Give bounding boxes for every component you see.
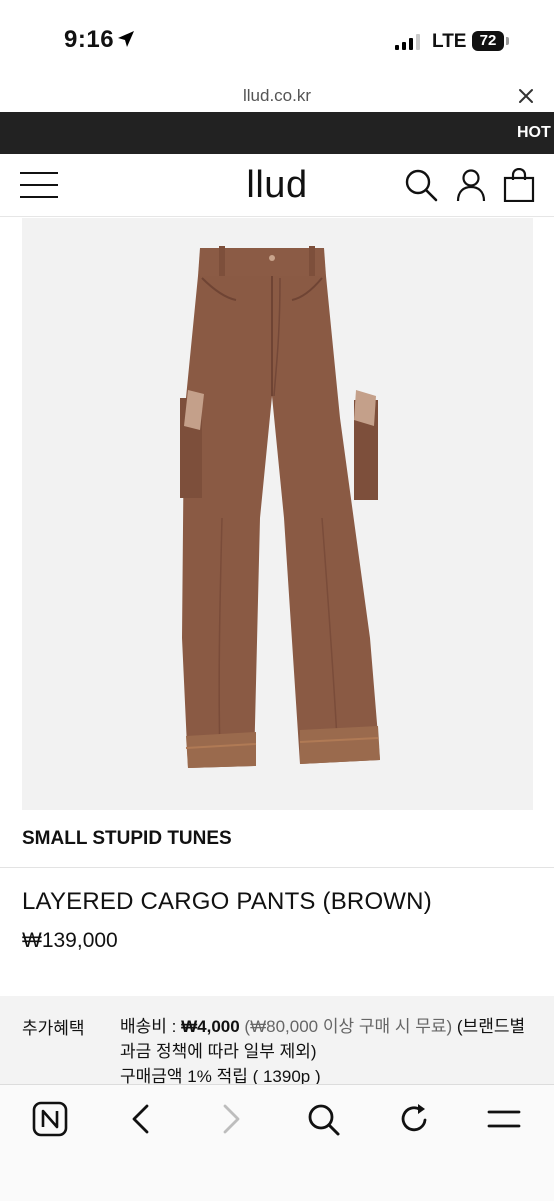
- shopping-bag-icon[interactable]: [502, 168, 536, 202]
- promo-banner[interactable]: HOT: [0, 112, 554, 154]
- status-bar: 9:16 LTE 72: [0, 0, 554, 80]
- close-icon[interactable]: [516, 86, 536, 106]
- location-arrow-icon: [118, 31, 134, 47]
- naver-n-icon[interactable]: [32, 1101, 68, 1137]
- chevron-left-icon[interactable]: [123, 1101, 159, 1137]
- divider: [0, 867, 554, 868]
- reload-icon[interactable]: [396, 1101, 432, 1137]
- product-image[interactable]: [22, 218, 533, 810]
- url-bar[interactable]: llud.co.kr: [0, 80, 554, 112]
- shipping-fee: ₩4,000: [181, 1017, 240, 1036]
- url-text[interactable]: llud.co.kr: [0, 86, 554, 106]
- site-header: llud: [0, 154, 554, 217]
- battery-tip: [506, 37, 509, 45]
- browser-toolbar: [0, 1084, 554, 1201]
- battery-icon: 72: [472, 31, 504, 51]
- network-type: LTE: [432, 31, 467, 52]
- search-icon[interactable]: [305, 1101, 341, 1137]
- promo-text[interactable]: HOT: [517, 124, 551, 142]
- status-time: 9:16: [64, 26, 115, 53]
- benefit-section: 추가혜택 배송비 : ₩4,000 (₩80,000 이상 구매 시 무료) (…: [0, 996, 554, 1086]
- product-brand[interactable]: SMALL STUPID TUNES: [22, 828, 232, 850]
- product-price: ₩139,000: [22, 929, 118, 952]
- chevron-right-icon[interactable]: [213, 1101, 249, 1137]
- shipping-note: (₩80,000 이상 구매 시 무료): [244, 1017, 453, 1036]
- signal-strength-icon: [395, 34, 420, 50]
- user-icon[interactable]: [454, 168, 488, 202]
- product-name: LAYERED CARGO PANTS (BROWN): [22, 888, 432, 915]
- tabs-menu-icon[interactable]: [486, 1101, 522, 1137]
- benefit-label: 추가혜택: [22, 1019, 85, 1038]
- shipping-label: 배송비 :: [120, 1017, 182, 1036]
- benefit-details: 배송비 : ₩4,000 (₩80,000 이상 구매 시 무료) (브랜드별 …: [120, 1014, 540, 1086]
- brown-cargo-pants-illustration: [180, 246, 380, 768]
- search-icon[interactable]: [404, 168, 438, 202]
